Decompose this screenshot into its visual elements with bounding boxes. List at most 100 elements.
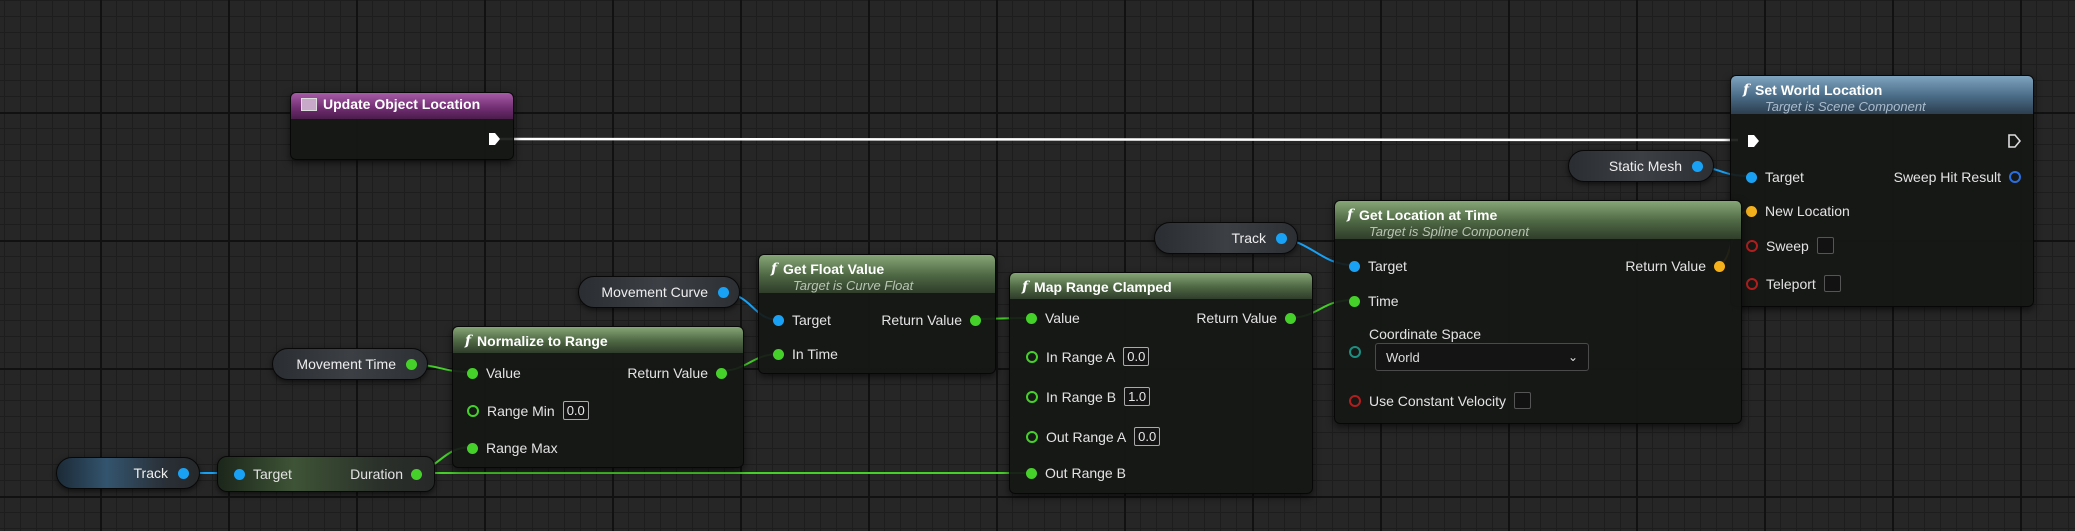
get-location-at-time-header: f Get Location at Time Target is Spline C…: [1335, 201, 1741, 239]
get-location-at-time-title: Get Location at Time: [1359, 207, 1498, 223]
variable-track-bottom[interactable]: Track: [56, 457, 200, 489]
float-pin-icon: [1026, 390, 1038, 403]
function-icon: f: [1743, 82, 1750, 98]
event-node-update-object-location[interactable]: Update Object Location: [290, 92, 514, 160]
pin-in-time[interactable]: In Time: [773, 346, 838, 362]
function-icon: f: [1347, 207, 1354, 223]
node-normalize-to-range[interactable]: f Normalize to Range Value Return Value R…: [452, 326, 744, 468]
pin-target[interactable]: Target: [1349, 258, 1407, 274]
pin-value[interactable]: Value: [1026, 310, 1080, 326]
object-pin-icon: [1746, 171, 1757, 183]
function-icon: f: [771, 261, 778, 277]
out-range-a-value[interactable]: 0.0: [1134, 427, 1161, 446]
node-get-location-at-time[interactable]: f Get Location at Time Target is Spline C…: [1334, 200, 1742, 424]
exec-arrow-outline-icon: [2008, 134, 2021, 148]
pin-duration[interactable]: Duration: [350, 466, 422, 482]
object-pin-icon: [1692, 160, 1703, 172]
exec-wire: [499, 137, 1739, 142]
node-get-duration[interactable]: Target Duration: [217, 456, 435, 492]
chevron-down-icon: ⌄: [1567, 350, 1578, 364]
pin-return-value[interactable]: Return Value: [881, 312, 981, 328]
get-float-value-header: f Get Float Value Target is Curve Float: [759, 255, 995, 293]
pin-use-constant-velocity[interactable]: Use Constant Velocity: [1349, 392, 1531, 409]
float-pin-icon: [1349, 295, 1360, 307]
in-range-a-value[interactable]: 0.0: [1123, 347, 1150, 366]
float-pin-icon: [467, 367, 478, 379]
pin-range-min[interactable]: Range Min 0.0: [467, 401, 589, 420]
event-title: Update Object Location: [323, 96, 481, 112]
pin-teleport[interactable]: Teleport: [1746, 275, 1841, 292]
vector-pin-icon: [1714, 260, 1725, 272]
float-pin-icon: [467, 442, 478, 454]
pin-target[interactable]: Target: [1746, 169, 1804, 185]
exec-arrow-icon: [489, 133, 500, 145]
float-pin-icon: [1026, 350, 1038, 363]
float-pin-icon: [773, 348, 784, 360]
object-pin-icon: [178, 467, 189, 479]
set-world-location-header: f Set World Location Target is Scene Comp…: [1731, 76, 2033, 114]
pin-out-range-a[interactable]: Out Range A 0.0: [1026, 427, 1161, 446]
variable-movement-time[interactable]: Movement Time: [272, 348, 428, 380]
float-pin-icon: [1026, 430, 1038, 443]
pin-return-value[interactable]: Return Value: [1625, 258, 1725, 274]
pin-return-value[interactable]: Return Value: [627, 365, 727, 381]
float-pin-icon: [406, 358, 417, 370]
pin-new-location[interactable]: New Location: [1746, 203, 1850, 219]
pin-target[interactable]: Target: [234, 466, 292, 482]
float-pin-icon: [1285, 312, 1296, 324]
pin-target[interactable]: Target: [773, 312, 831, 328]
coordinate-space-label: Coordinate Space: [1369, 326, 1482, 342]
pin-in-range-a[interactable]: In Range A 0.0: [1026, 347, 1150, 366]
set-world-location-title: Set World Location: [1755, 82, 1883, 98]
exec-output-pin[interactable]: [2007, 134, 2021, 148]
event-icon: [301, 97, 317, 111]
object-pin-icon: [773, 314, 784, 326]
pin-value[interactable]: Value: [467, 365, 521, 381]
map-range-clamped-title: Map Range Clamped: [1034, 279, 1172, 295]
in-range-b-value[interactable]: 1.0: [1124, 387, 1151, 406]
variable-movement-curve[interactable]: Movement Curve: [578, 276, 740, 308]
event-node-header: Update Object Location: [291, 93, 513, 119]
exec-output-pin[interactable]: [487, 132, 501, 146]
pin-time[interactable]: Time: [1349, 293, 1399, 309]
function-icon: f: [465, 333, 472, 349]
object-pin-icon: [1349, 260, 1360, 272]
exec-input-pin[interactable]: [1746, 134, 1760, 148]
normalize-to-range-title: Normalize to Range: [477, 333, 608, 349]
map-range-clamped-header: f Map Range Clamped: [1010, 273, 1312, 299]
teleport-checkbox[interactable]: [1823, 275, 1841, 292]
pin-return-value[interactable]: Return Value: [1196, 310, 1296, 326]
node-map-range-clamped[interactable]: f Map Range Clamped Value Return Value In…: [1009, 272, 1313, 494]
get-float-value-subtitle: Target is Curve Float: [793, 278, 914, 293]
get-float-value-title: Get Float Value: [783, 261, 885, 277]
pin-out-range-b[interactable]: Out Range B: [1026, 465, 1126, 481]
pin-in-range-b[interactable]: In Range B 1.0: [1026, 387, 1151, 406]
pin-sweep[interactable]: Sweep: [1746, 237, 1834, 254]
function-icon: f: [1022, 279, 1029, 295]
range-min-value[interactable]: 0.0: [562, 401, 589, 420]
exec-arrow-icon: [1748, 135, 1759, 147]
sweep-checkbox[interactable]: [1816, 237, 1834, 254]
float-pin-icon: [1026, 467, 1037, 479]
pin-sweep-hit-result[interactable]: Sweep Hit Result: [1894, 169, 2021, 185]
bool-pin-icon: [1746, 239, 1758, 252]
bool-pin-icon: [1349, 394, 1361, 407]
float-pin-icon: [467, 404, 479, 417]
set-world-location-subtitle: Target is Scene Component: [1765, 99, 1926, 114]
float-pin-icon: [411, 468, 422, 480]
float-pin-icon: [1026, 312, 1037, 324]
object-pin-icon: [1276, 232, 1287, 244]
struct-pin-icon: [2009, 171, 2021, 183]
node-set-world-location[interactable]: f Set World Location Target is Scene Comp…: [1730, 75, 2034, 307]
vector-pin-icon: [1746, 205, 1757, 217]
variable-static-mesh[interactable]: Static Mesh: [1568, 150, 1714, 182]
object-pin-icon: [234, 468, 245, 480]
use-constant-velocity-checkbox[interactable]: [1513, 392, 1531, 409]
node-get-float-value[interactable]: f Get Float Value Target is Curve Float T…: [758, 254, 996, 374]
variable-track-top[interactable]: Track: [1154, 222, 1298, 254]
pin-range-max[interactable]: Range Max: [467, 440, 558, 456]
object-pin-icon: [718, 286, 729, 298]
coordinate-space-dropdown[interactable]: World ⌄: [1375, 343, 1589, 371]
float-pin-icon: [716, 367, 727, 379]
enum-pin-icon[interactable]: [1349, 346, 1361, 358]
